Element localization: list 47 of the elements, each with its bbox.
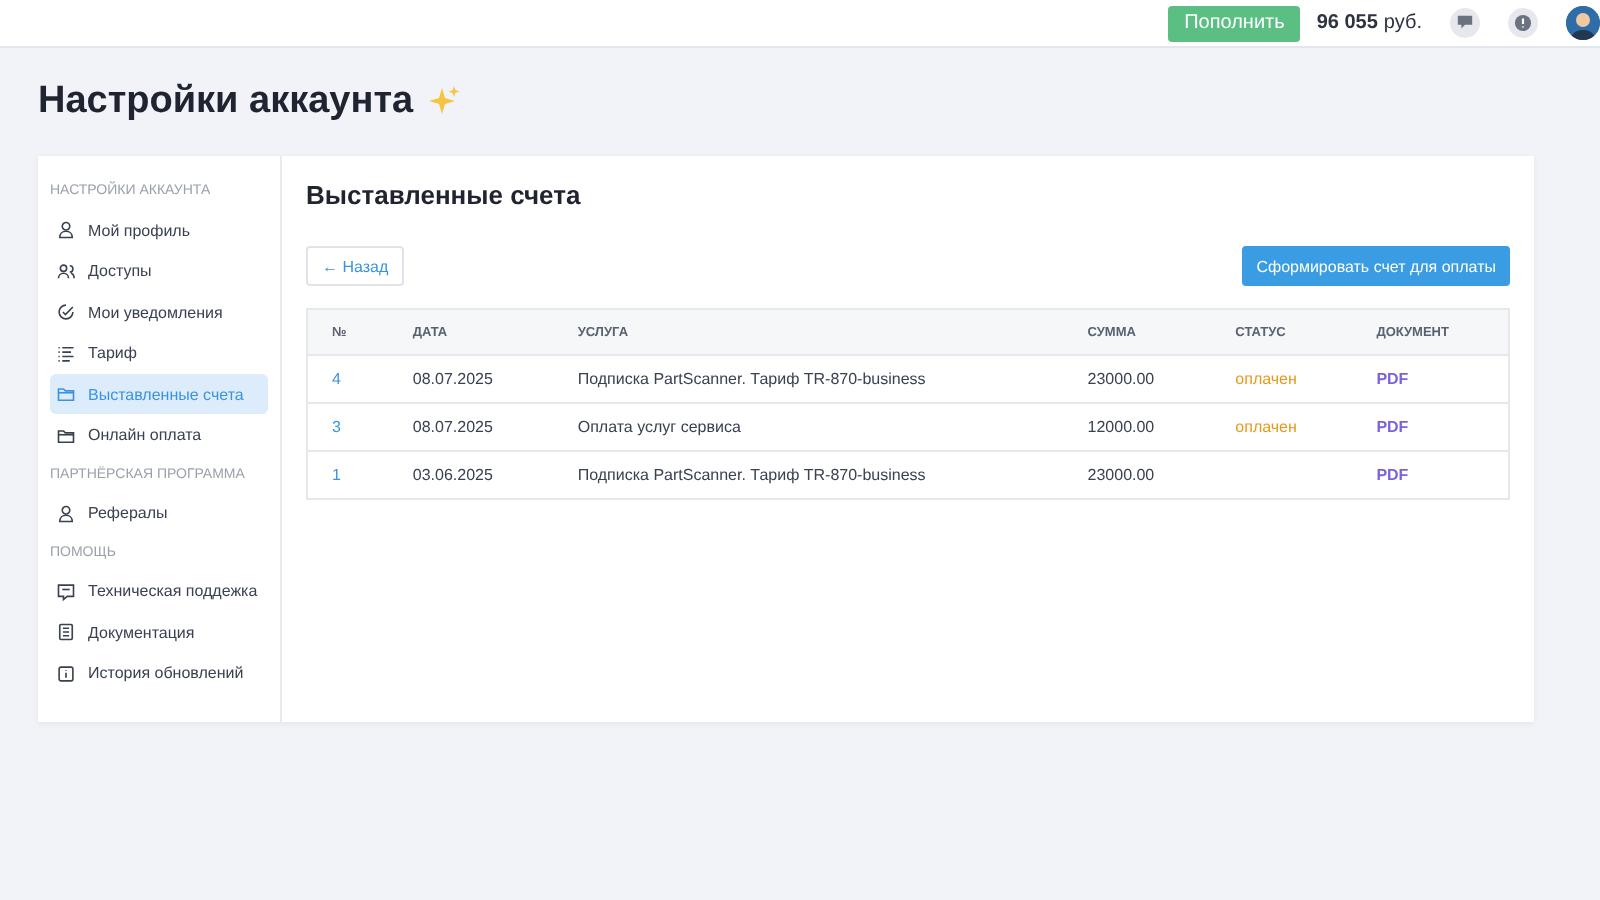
sidebar-item[interactable]: Тариф	[50, 333, 268, 373]
table-cell: 03.06.2025	[388, 451, 554, 499]
chat-icon[interactable]	[1450, 8, 1480, 38]
folder-icon	[56, 384, 76, 404]
sidebar-item[interactable]: Доступы	[50, 251, 268, 291]
invoice-number-link[interactable]: 3	[332, 418, 341, 436]
sidebar-item[interactable]: История обновлений	[50, 653, 268, 693]
sidebar-item[interactable]: Выставленные счета	[50, 374, 268, 414]
pdf-link[interactable]: PDF	[1376, 466, 1409, 484]
sidebar-item[interactable]: Рефералы	[50, 493, 268, 533]
folder-icon	[56, 425, 76, 445]
sidebar-item[interactable]: Техническая поддежка	[50, 571, 268, 611]
avatar-icon[interactable]	[1566, 6, 1600, 40]
table-cell: Подписка PartScanner. Тариф TR-870-business	[553, 451, 1064, 499]
pdf-link[interactable]: PDF	[1376, 370, 1409, 388]
sidebar-item[interactable]: Онлайн оплата	[50, 415, 268, 455]
table-cell: Подписка PartScanner. Тариф TR-870-business	[553, 355, 1064, 403]
user-icon	[56, 220, 76, 240]
pdf-link[interactable]: PDF	[1376, 418, 1409, 436]
table-cell: 23000.00	[1063, 451, 1212, 499]
sidebar-item[interactable]: Мой профиль	[50, 210, 268, 250]
chat-icon	[56, 581, 76, 601]
check-circle-icon	[56, 302, 76, 322]
table-cell: Оплата услуг сервиса	[553, 403, 1064, 451]
user-icon	[56, 503, 76, 523]
topup-button[interactable]: Пополнить	[1168, 5, 1301, 41]
sidebar-item[interactable]: Мои уведомления	[50, 292, 268, 332]
list-icon	[56, 343, 76, 363]
users-icon	[56, 261, 76, 281]
book-icon	[56, 622, 76, 642]
balance-currency: руб.	[1383, 12, 1422, 34]
table-cell: 23000.00	[1063, 355, 1212, 403]
back-button[interactable]: ← Назад	[306, 246, 405, 286]
info-icon	[56, 663, 76, 683]
page-title: Настройки аккаунта	[38, 80, 414, 124]
status-label: оплачен	[1235, 418, 1297, 436]
balance-amount: 96 055	[1316, 12, 1378, 34]
sidebar-item[interactable]: Документация	[50, 612, 268, 652]
info-icon[interactable]	[1508, 8, 1538, 38]
invoice-number-link[interactable]: 4	[332, 370, 341, 388]
table-cell: 12000.00	[1063, 403, 1212, 451]
invoice-number-link[interactable]: 1	[332, 466, 341, 484]
section-title: Выставленные счета	[306, 180, 583, 210]
table-cell: 08.07.2025	[388, 355, 554, 403]
status-label: оплачен	[1235, 370, 1297, 388]
create-invoice-button[interactable]: Сформировать счет для оплаты	[1242, 246, 1510, 286]
table-cell: 08.07.2025	[388, 403, 554, 451]
